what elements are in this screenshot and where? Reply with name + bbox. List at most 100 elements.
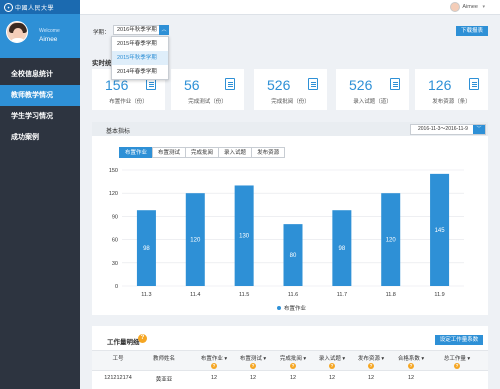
column-header[interactable]: 教师姓名 (144, 354, 184, 362)
university-logo: ✦ 中國人民大學 (0, 0, 80, 14)
stat-value: 56 (184, 77, 200, 93)
column-header[interactable]: 布置测试 ▾? (233, 354, 273, 369)
stat-value: 526 (349, 77, 373, 93)
date-range-picker[interactable]: 2016-11-3～2016-11-9 ﹀ (410, 124, 486, 135)
help-icon[interactable]: ? (138, 334, 147, 343)
data-label: 120 (190, 238, 201, 244)
column-header-label: 布置作业 ▾ (200, 356, 228, 362)
topbar-username[interactable]: Aimee (462, 4, 478, 10)
stat-label: 完成批阅（份） (271, 99, 310, 105)
realtime-stats-title: 实时统 (92, 60, 112, 67)
user-avatar[interactable] (450, 2, 460, 12)
sidebar-item-school-stats[interactable]: 全校信息统计 (0, 64, 80, 85)
stat-card-reviews[interactable]: 526 完成批阅（份） (254, 69, 327, 110)
tab-homework[interactable]: 布置作业 (119, 147, 154, 158)
stat-label: 发布资源（条） (432, 99, 471, 105)
sidebar-header: ✦ 中國人民大學 Welcome Aimee (0, 0, 80, 58)
data-label: 130 (239, 234, 250, 240)
help-icon[interactable]: ? (368, 363, 374, 369)
column-header-label: 完成批阅 ▾ (279, 356, 307, 362)
column-header-label: 布置测试 ▾ (239, 356, 267, 362)
data-label: 145 (435, 228, 446, 234)
sidebar-item-teacher-teaching[interactable]: 教师教学情况 (0, 85, 80, 106)
sidebar: ✦ 中國人民大學 Welcome Aimee 全校信息统计 教师教学情况 学生学… (0, 0, 80, 389)
sidebar-nav: 全校信息统计 教师教学情况 学生学习情况 成功案例 (0, 64, 80, 148)
tab-reviews[interactable]: 完成批阅 (185, 147, 220, 158)
term-option[interactable]: 2014年春季学期 (112, 65, 168, 79)
data-label: 98 (143, 246, 150, 252)
chevron-down-icon[interactable]: ﹀ (473, 125, 485, 134)
tab-questions[interactable]: 录入试题 (218, 147, 253, 158)
x-tick-label: 11.6 (288, 292, 298, 298)
legend-label: 布置作业 (284, 304, 307, 312)
y-tick-label: 60 (112, 238, 118, 244)
tab-tests[interactable]: 布置测试 (152, 147, 187, 158)
help-icon[interactable]: ? (290, 363, 296, 369)
bar-chart: 0 30 60 90 120 150 98 11.3 120 11.4 130 11.5 80 11.6 9… (109, 168, 464, 312)
date-range-text: 2016-11-3～2016-11-9 (418, 126, 468, 132)
help-icon[interactable]: ? (250, 363, 256, 369)
table-cell: 12 (367, 375, 375, 381)
y-tick-label: 0 (115, 284, 118, 290)
column-header-label: 合格系数 ▾ (397, 356, 425, 362)
term-option[interactable]: 2015年春季学期 (112, 37, 168, 51)
set-workload-coefficient-button[interactable]: 设定工作量系数 (435, 335, 483, 345)
y-tick-label: 30 (112, 261, 118, 267)
help-icon[interactable]: ? (329, 363, 335, 369)
stat-label: 布置作业（份） (109, 99, 148, 105)
tab-resources[interactable]: 发布资源 (251, 147, 286, 158)
chevron-down-icon[interactable]: ▾ (482, 4, 485, 10)
y-tick-label: 150 (109, 168, 118, 174)
column-header[interactable]: 布置作业 ▾? (194, 354, 234, 369)
sidebar-item-student-learning[interactable]: 学生学习情况 (0, 106, 80, 127)
y-tick-label: 90 (112, 214, 118, 220)
help-icon[interactable]: ? (454, 363, 460, 369)
logo-text: 中國人民大學 (15, 4, 55, 12)
x-tick-label: 11.3 (141, 292, 151, 298)
data-label: 80 (290, 253, 297, 259)
stat-card-questions[interactable]: 526 录入试题（道） (336, 69, 409, 110)
help-icon[interactable]: ? (211, 363, 217, 369)
help-icon[interactable]: ? (408, 363, 414, 369)
list-icon (308, 78, 318, 90)
table-cell: 12 (289, 375, 297, 381)
term-dropdown-menu: 2015年春季学期 2015年秋季学期 2014年春季学期 (111, 36, 169, 80)
chevron-up-icon[interactable]: ︿ (159, 25, 169, 35)
avatar[interactable] (6, 21, 28, 43)
stat-card-resources[interactable]: 126 发布资源（条） (415, 69, 488, 110)
column-header[interactable]: 发布资源 ▾? (351, 354, 391, 369)
column-header[interactable]: 工号 (96, 354, 140, 362)
basic-indicators-title: 基本指标 (106, 129, 131, 135)
column-header[interactable]: 录入试题 ▾? (312, 354, 352, 369)
term-label: 学期： (93, 30, 110, 36)
table-cell: 12 (407, 375, 415, 381)
data-label: 98 (339, 246, 346, 252)
stat-value: 526 (267, 77, 291, 93)
basic-indicators-header: 基本指标 2016-11-3～2016-11-9 ﹀ (92, 122, 488, 136)
sidebar-username: Aimee (39, 36, 58, 43)
column-header-label: 总工作量 ▾ (443, 356, 471, 362)
column-header[interactable]: 合格系数 ▾? (391, 354, 431, 369)
table-cell: 黄亚亚 (155, 377, 173, 383)
column-header-label: 录入试题 ▾ (318, 356, 346, 362)
sidebar-item-success-cases[interactable]: 成功案例 (0, 127, 80, 148)
table-row[interactable]: 121212174 黄亚亚 12 12 12 12 12 12 (92, 372, 488, 386)
edit-icon (225, 78, 235, 90)
stat-card-tests[interactable]: 56 完成测试（份） (171, 69, 244, 110)
publish-icon (469, 78, 479, 90)
legend-marker (277, 306, 281, 310)
welcome-text: Welcome (39, 28, 60, 34)
term-option[interactable]: 2015年秋季学期 (112, 51, 168, 65)
table-header: 工号 教师姓名 布置作业 ▾? 布置测试 ▾? 完成批阅 ▾? 录入试题 ▾? 发布资源 ▾… (92, 350, 488, 371)
download-report-button[interactable]: 下载报表 (456, 26, 488, 36)
basic-indicators-panel: 基本指标 2016-11-3～2016-11-9 ﹀ 布置作业 布置测试 完成批… (92, 122, 488, 315)
table-cell: 12 (249, 375, 257, 381)
table-cell: 121212174 (104, 375, 132, 381)
stat-label: 完成测试（份） (188, 99, 227, 105)
column-header[interactable]: 完成批阅 ▾? (273, 354, 313, 369)
column-header[interactable]: 总工作量 ▾? (435, 354, 479, 369)
table-cell: 12 (328, 375, 336, 381)
workload-title: 工作量明细 (107, 339, 140, 346)
table-cell: 12 (210, 375, 218, 381)
stat-value: 126 (428, 77, 452, 93)
